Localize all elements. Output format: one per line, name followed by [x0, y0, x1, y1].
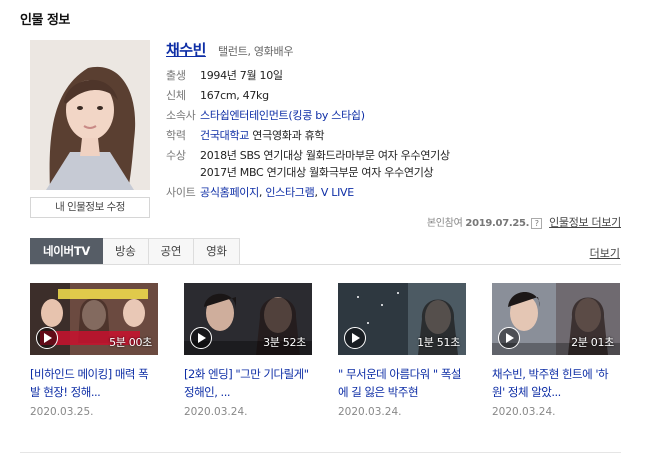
tab-divider	[30, 264, 621, 265]
video-thumbnail[interactable]: 1분 51초	[338, 283, 466, 355]
tab-broadcast[interactable]: 방송	[102, 238, 149, 265]
video-duration: 1분 51초	[417, 336, 460, 349]
tab-movie[interactable]: 영화	[194, 238, 240, 265]
profile-photo[interactable]	[30, 40, 150, 190]
verify-info: 본인참여 2019.07.25.? 인물정보 더보기	[427, 214, 621, 230]
info-row-birth: 출생 1994년 7월 10일	[166, 69, 283, 83]
video-duration: 3분 52초	[263, 336, 306, 349]
media-tabs: 네이버TV 방송 공연 영화	[30, 238, 240, 265]
play-icon	[36, 327, 58, 349]
info-row-awards: 수상 2018년 SBS 연기대상 월화드라마부문 여자 우수연기상	[166, 149, 450, 163]
person-name[interactable]: 채수빈	[166, 41, 206, 59]
person-job: 탤런트, 영화배우	[218, 45, 294, 58]
help-icon[interactable]: ?	[531, 217, 543, 229]
info-value: 연극영화과 휴학	[249, 129, 325, 142]
video-thumbnail[interactable]: 2분 01초	[492, 283, 620, 355]
video-duration: 5분 00초	[109, 336, 152, 349]
agency-link[interactable]: 스타쉽엔터테인먼트(킹콩 by 스타쉽)	[200, 109, 365, 122]
video-date: 2020.03.24.	[184, 406, 248, 418]
info-label: 출생	[166, 69, 186, 82]
video-title[interactable]: 채수빈, 박주현 힌트에 '하원' 정체 알았...	[492, 365, 620, 401]
school-link[interactable]: 건국대학교	[200, 129, 249, 142]
video-title[interactable]: [2화 엔딩] "그만 기다릴게" 정해인, ...	[184, 365, 312, 401]
section-divider	[20, 452, 621, 453]
video-title[interactable]: [비하인드 메이킹] 매력 폭발 현장! 정해...	[30, 365, 158, 401]
info-label: 신체	[166, 89, 186, 102]
video-date: 2020.03.24.	[492, 406, 556, 418]
video-title[interactable]: " 무서운데 아름다워 " 폭설에 길 잃은 박주현	[338, 365, 466, 401]
video-thumbnail[interactable]: 5분 00초	[30, 283, 158, 355]
info-value: 1994년 7월 10일	[200, 69, 283, 82]
vlive-link[interactable]: V LIVE	[321, 186, 354, 199]
info-row-body: 신체 167cm, 47kg	[166, 89, 269, 103]
video-date: 2020.03.25.	[30, 406, 94, 418]
more-info-link[interactable]: 인물정보 더보기	[549, 216, 621, 229]
info-row-agency: 소속사 스타쉽엔터테인먼트(킹콩 by 스타쉽)	[166, 109, 365, 123]
info-value: 167cm, 47kg	[200, 89, 269, 102]
info-row-education: 학력 건국대학교 연극영화과 휴학	[166, 129, 325, 143]
edit-profile-button[interactable]: 내 인물정보 수정	[30, 197, 150, 218]
tab-performance[interactable]: 공연	[148, 238, 195, 265]
video-item: 1분 51초 " 무서운데 아름다워 " 폭설에 길 잃은 박주현 2020.0…	[338, 283, 466, 418]
tab-navertv[interactable]: 네이버TV	[30, 238, 103, 265]
video-item: 3분 52초 [2화 엔딩] "그만 기다릴게" 정해인, ... 2020.0…	[184, 283, 312, 418]
name-row: 채수빈 탤런트, 영화배우	[166, 39, 293, 60]
info-label: 소속사	[166, 109, 196, 122]
play-icon	[498, 327, 520, 349]
video-item: 2분 01초 채수빈, 박주현 힌트에 '하원' 정체 알았... 2020.0…	[492, 283, 620, 418]
info-label: 사이트	[166, 186, 196, 199]
play-icon	[344, 327, 366, 349]
video-duration: 2분 01초	[571, 336, 614, 349]
verify-label: 본인참여	[426, 218, 463, 229]
award-2: 2017년 MBC 연기대상 월화극부문 여자 우수연기상	[200, 166, 434, 179]
video-date: 2020.03.24.	[338, 406, 402, 418]
official-site-link[interactable]: 공식홈페이지	[200, 186, 259, 199]
more-videos-link[interactable]: 더보기	[590, 245, 620, 261]
info-label: 수상	[166, 149, 186, 162]
section-title: 인물 정보	[20, 13, 70, 28]
video-item: 5분 00초 [비하인드 메이킹] 매력 폭발 현장! 정해... 2020.0…	[30, 283, 158, 418]
verify-date: 2019.07.25.	[465, 218, 530, 229]
award-1: 2018년 SBS 연기대상 월화드라마부문 여자 우수연기상	[200, 149, 450, 162]
instagram-link[interactable]: 인스타그램	[265, 186, 314, 199]
info-label: 학력	[166, 129, 186, 142]
play-icon	[190, 327, 212, 349]
video-thumbnail[interactable]: 3분 52초	[184, 283, 312, 355]
info-row-sites: 사이트 공식홈페이지, 인스타그램, V LIVE	[166, 186, 354, 200]
